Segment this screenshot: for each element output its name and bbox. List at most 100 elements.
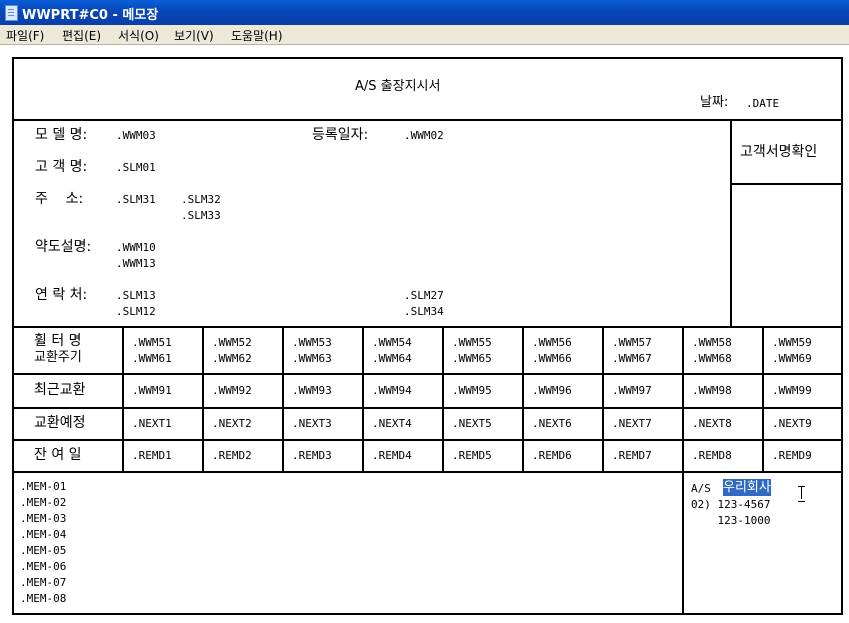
col-divider-5 [442, 326, 444, 473]
filter-name-1: .WWM51 [132, 336, 172, 349]
company-name-selection[interactable]: 우리회사 [723, 479, 771, 496]
memo-line-4: .MEM-04 [20, 528, 67, 541]
contact-value-1: .SLM13 [116, 289, 156, 302]
remain-value-9: .REMD9 [772, 449, 812, 462]
col-divider-8 [682, 326, 684, 473]
memo-line-8: .MEM-08 [20, 592, 67, 605]
filter-cycle-2: .WWM62 [212, 352, 252, 365]
col-divider-2 [202, 326, 204, 473]
filter-cycle-label: 교환주기 [34, 350, 82, 365]
filter-cycle-6: .WWM66 [532, 352, 572, 365]
recent-value-5: .WWM95 [452, 384, 492, 397]
next-value-9: .NEXT9 [772, 417, 812, 430]
next-value-2: .NEXT2 [212, 417, 252, 430]
menu-edit[interactable]: 편집(E) [62, 27, 101, 44]
next-value-3: .NEXT3 [292, 417, 332, 430]
col-divider-6 [522, 326, 524, 473]
customer-label: 고 객 명: [35, 159, 88, 175]
date-value: .DATE [746, 97, 780, 110]
next-label: 교환예정 [34, 415, 86, 431]
recent-value-2: .WWM92 [212, 384, 252, 397]
recent-value-3: .WWM93 [292, 384, 332, 397]
form-title: A/S 출장지시서 [355, 79, 441, 94]
filter-name-4: .WWM54 [372, 336, 412, 349]
contact-value-4: .SLM34 [404, 305, 444, 318]
next-value-8: .NEXT8 [692, 417, 732, 430]
col-divider-3 [282, 326, 284, 473]
memo-divider [682, 471, 684, 615]
text-editor[interactable]: A/S 출장지시서 날짜: .DATE 모 델 명: .WWM03 등록일자: … [0, 45, 849, 623]
memo-line-5: .MEM-05 [20, 544, 67, 557]
next-value-7: .NEXT7 [612, 417, 652, 430]
rule-after-next [12, 439, 843, 441]
regdate-value: .WWM02 [404, 129, 444, 142]
col-divider-1 [122, 326, 124, 473]
address-value-2: .SLM32 [181, 193, 221, 206]
next-value-1: .NEXT1 [132, 417, 172, 430]
filter-name-label: 휠 터 명 [34, 333, 82, 349]
remain-value-2: .REMD2 [212, 449, 252, 462]
contact-value-2: .SLM12 [116, 305, 156, 318]
filter-name-6: .WWM56 [532, 336, 572, 349]
rule-after-filter [12, 373, 843, 375]
col-divider-7 [602, 326, 604, 473]
filter-cycle-5: .WWM65 [452, 352, 492, 365]
menu-bar: 파일(F) 편집(E) 서식(O) 보기(V) 도움말(H) [0, 25, 849, 45]
rule-signature [730, 183, 843, 185]
filter-name-8: .WWM58 [692, 336, 732, 349]
filter-cycle-3: .WWM63 [292, 352, 332, 365]
menu-view[interactable]: 보기(V) [174, 27, 214, 44]
remain-value-3: .REMD3 [292, 449, 332, 462]
remain-value-4: .REMD4 [372, 449, 412, 462]
remain-value-5: .REMD5 [452, 449, 492, 462]
text-cursor-icon [797, 485, 806, 502]
model-value: .WWM03 [116, 129, 156, 142]
rule-after-info [12, 326, 843, 328]
memo-line-1: .MEM-01 [20, 480, 67, 493]
map-value-1: .WWM10 [116, 241, 156, 254]
model-label: 모 델 명: [35, 127, 88, 143]
date-label: 날짜: [700, 95, 729, 110]
recent-label: 최근교환 [34, 382, 86, 398]
address-value-3: .SLM33 [181, 209, 221, 222]
menu-format[interactable]: 서식(O) [118, 27, 159, 44]
regdate-label: 등록일자: [312, 127, 369, 143]
company-prefix: A/S [691, 482, 711, 495]
menu-file[interactable]: 파일(F) [6, 27, 44, 44]
filter-cycle-4: .WWM64 [372, 352, 412, 365]
rule-after-header [12, 119, 843, 121]
remain-value-1: .REMD1 [132, 449, 172, 462]
box-top-border [12, 57, 843, 59]
notepad-icon [5, 5, 18, 21]
remain-value-8: .REMD8 [692, 449, 732, 462]
remain-value-6: .REMD6 [532, 449, 572, 462]
col-divider-4 [362, 326, 364, 473]
col-divider-9 [762, 326, 764, 473]
signature-divider [730, 119, 732, 328]
box-left-border [12, 57, 14, 615]
next-value-4: .NEXT4 [372, 417, 412, 430]
map-value-2: .WWM13 [116, 257, 156, 270]
filter-name-5: .WWM55 [452, 336, 492, 349]
map-label: 약도설명: [35, 239, 92, 255]
rule-after-remain [12, 471, 843, 473]
signature-label: 고객서명확인 [740, 144, 818, 160]
recent-value-6: .WWM96 [532, 384, 572, 397]
window-title: WWPRT#C0 - 메모장 [22, 8, 159, 23]
filter-cycle-1: .WWM61 [132, 352, 172, 365]
filter-name-3: .WWM53 [292, 336, 332, 349]
rule-after-recent [12, 407, 843, 409]
customer-value: .SLM01 [116, 161, 156, 174]
box-right-border [841, 57, 843, 615]
recent-value-7: .WWM97 [612, 384, 652, 397]
filter-cycle-7: .WWM67 [612, 352, 652, 365]
recent-value-4: .WWM94 [372, 384, 412, 397]
filter-name-7: .WWM57 [612, 336, 652, 349]
filter-cycle-9: .WWM69 [772, 352, 812, 365]
filter-name-2: .WWM52 [212, 336, 252, 349]
menu-help[interactable]: 도움말(H) [231, 27, 283, 44]
memo-line-7: .MEM-07 [20, 576, 67, 589]
contact-value-3: .SLM27 [404, 289, 444, 302]
remain-label: 잔 여 일 [34, 447, 82, 463]
company-phone-2: 123-1000 [691, 514, 771, 527]
